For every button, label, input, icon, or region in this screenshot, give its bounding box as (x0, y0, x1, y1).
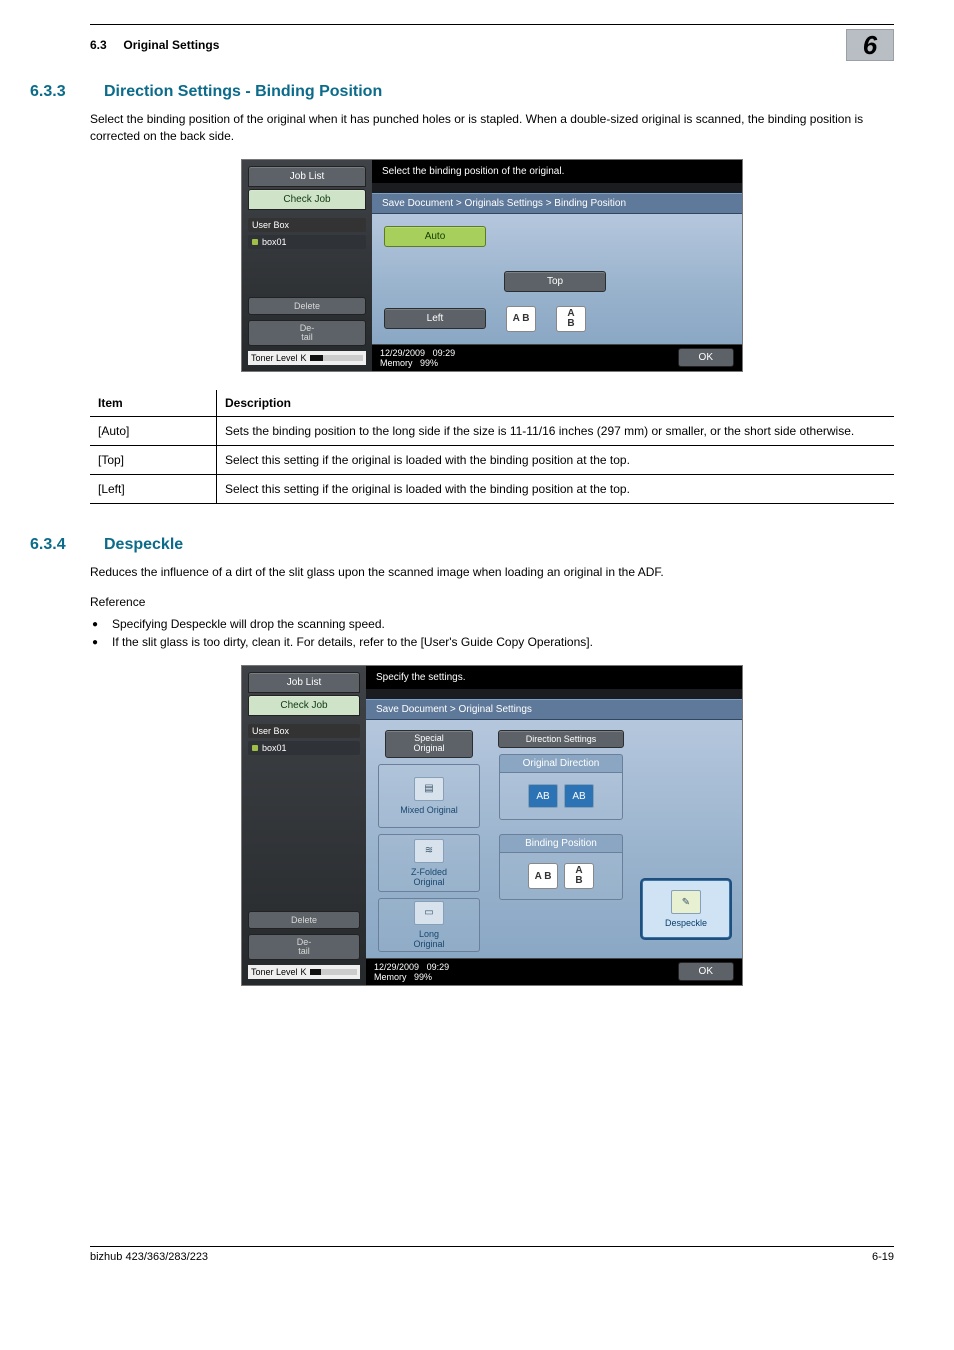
bind-left-icon: A B (528, 863, 558, 889)
chapter-number-badge: 6 (846, 29, 894, 61)
direction-icon-2: AB (564, 784, 594, 808)
header-section-ref: 6.3 (90, 38, 107, 52)
footer-date: 12/29/2009 (374, 962, 419, 972)
bind-top-icon: AB (564, 863, 594, 889)
long-original-option[interactable]: ▭ Long Original (378, 898, 480, 952)
auto-option[interactable]: Auto (384, 226, 486, 247)
prompt-text: Select the binding position of the origi… (372, 160, 742, 183)
running-header: 6.3 Original Settings (90, 38, 219, 52)
section-heading-633: 6.3.3 Direction Settings - Binding Posit… (90, 83, 894, 101)
original-direction-option[interactable]: AB AB (499, 772, 623, 820)
binding-position-label: Binding Position (499, 834, 623, 852)
top-bind-icon: AB (556, 306, 586, 332)
user-box-item[interactable]: box01 (248, 741, 360, 755)
despeckle-option[interactable]: ✎ Despeckle (642, 880, 730, 938)
page-footer: bizhub 423/363/283/223 6-19 (90, 1246, 894, 1263)
footer-mem-label: Memory (374, 972, 407, 982)
toner-bar (310, 969, 357, 975)
binding-position-option[interactable]: A B AB (499, 852, 623, 900)
user-box-label: User Box (248, 218, 366, 232)
section-title: Despeckle (104, 536, 183, 554)
long-original-icon: ▭ (414, 901, 444, 925)
detail-button[interactable]: De- tail (248, 320, 366, 346)
col-desc: Description (217, 390, 895, 417)
user-box-label: User Box (248, 724, 360, 738)
original-direction-label: Original Direction (499, 754, 623, 772)
top-option[interactable]: Top (504, 271, 606, 292)
left-bind-icon: A B (506, 306, 536, 332)
section-title: Direction Settings - Binding Position (104, 83, 382, 101)
footer-time: 09:29 (427, 962, 450, 972)
breadcrumb: Save Document > Original Settings (366, 699, 742, 720)
binding-position-table: Item Description [Auto] Sets the binding… (90, 390, 894, 504)
list-item: If the slit glass is too dirty, clean it… (90, 633, 894, 651)
job-list-tab[interactable]: Job List (248, 672, 360, 693)
toner-bar (310, 355, 363, 361)
direction-settings-header: Direction Settings (498, 730, 624, 748)
toner-level: Toner Level K (248, 351, 366, 365)
mixed-original-option[interactable]: ▤ Mixed Original (378, 764, 480, 828)
table-row: [Left] Select this setting if the origin… (90, 474, 894, 503)
screenshot-original-settings: Job List Check Job User Box box01 Delete… (241, 665, 743, 986)
reference-bullets: Specifying Despeckle will drop the scann… (90, 615, 894, 651)
section-number: 6.3.3 (30, 83, 80, 101)
footer-time: 09:29 (433, 348, 456, 358)
section-intro: Reduces the influence of a dirt of the s… (90, 564, 894, 581)
zfolded-icon: ≋ (414, 839, 444, 863)
footer-mem-label: Memory (380, 358, 413, 368)
check-job-tab[interactable]: Check Job (248, 189, 366, 210)
ok-button[interactable]: OK (678, 962, 734, 981)
reference-label: Reference (90, 594, 894, 611)
header-section-title: Original Settings (123, 38, 219, 52)
direction-icon-1: AB (528, 784, 558, 808)
table-row: [Top] Select this setting if the origina… (90, 445, 894, 474)
user-box-item[interactable]: box01 (248, 235, 366, 249)
screenshot-binding-position: Job List Check Job User Box box01 Delete… (241, 159, 743, 372)
ok-button[interactable]: OK (678, 348, 734, 367)
footer-mem-value: 99% (420, 358, 438, 368)
footer-mem-value: 99% (414, 972, 432, 982)
section-number: 6.3.4 (30, 536, 80, 554)
product-name: bizhub 423/363/283/223 (90, 1251, 208, 1263)
mixed-original-icon: ▤ (414, 777, 444, 801)
breadcrumb: Save Document > Originals Settings > Bin… (372, 193, 742, 214)
prompt-text: Specify the settings. (366, 666, 742, 689)
section-intro: Select the binding position of the origi… (90, 111, 894, 145)
delete-button[interactable]: Delete (248, 297, 366, 315)
check-job-tab[interactable]: Check Job (248, 695, 360, 716)
list-item: Specifying Despeckle will drop the scann… (90, 615, 894, 633)
table-row: [Auto] Sets the binding position to the … (90, 416, 894, 445)
section-heading-634: 6.3.4 Despeckle (90, 536, 894, 554)
left-option[interactable]: Left (384, 308, 486, 329)
delete-button[interactable]: Delete (248, 911, 360, 929)
toner-level: Toner Level K (248, 965, 360, 979)
special-original-header: Special Original (385, 730, 473, 758)
footer-date: 12/29/2009 (380, 348, 425, 358)
zfolded-original-option[interactable]: ≋ Z-Folded Original (378, 834, 480, 892)
despeckle-icon: ✎ (671, 890, 701, 914)
detail-button[interactable]: De- tail (248, 934, 360, 960)
job-list-tab[interactable]: Job List (248, 166, 366, 187)
col-item: Item (90, 390, 217, 417)
page-number: 6-19 (872, 1251, 894, 1263)
